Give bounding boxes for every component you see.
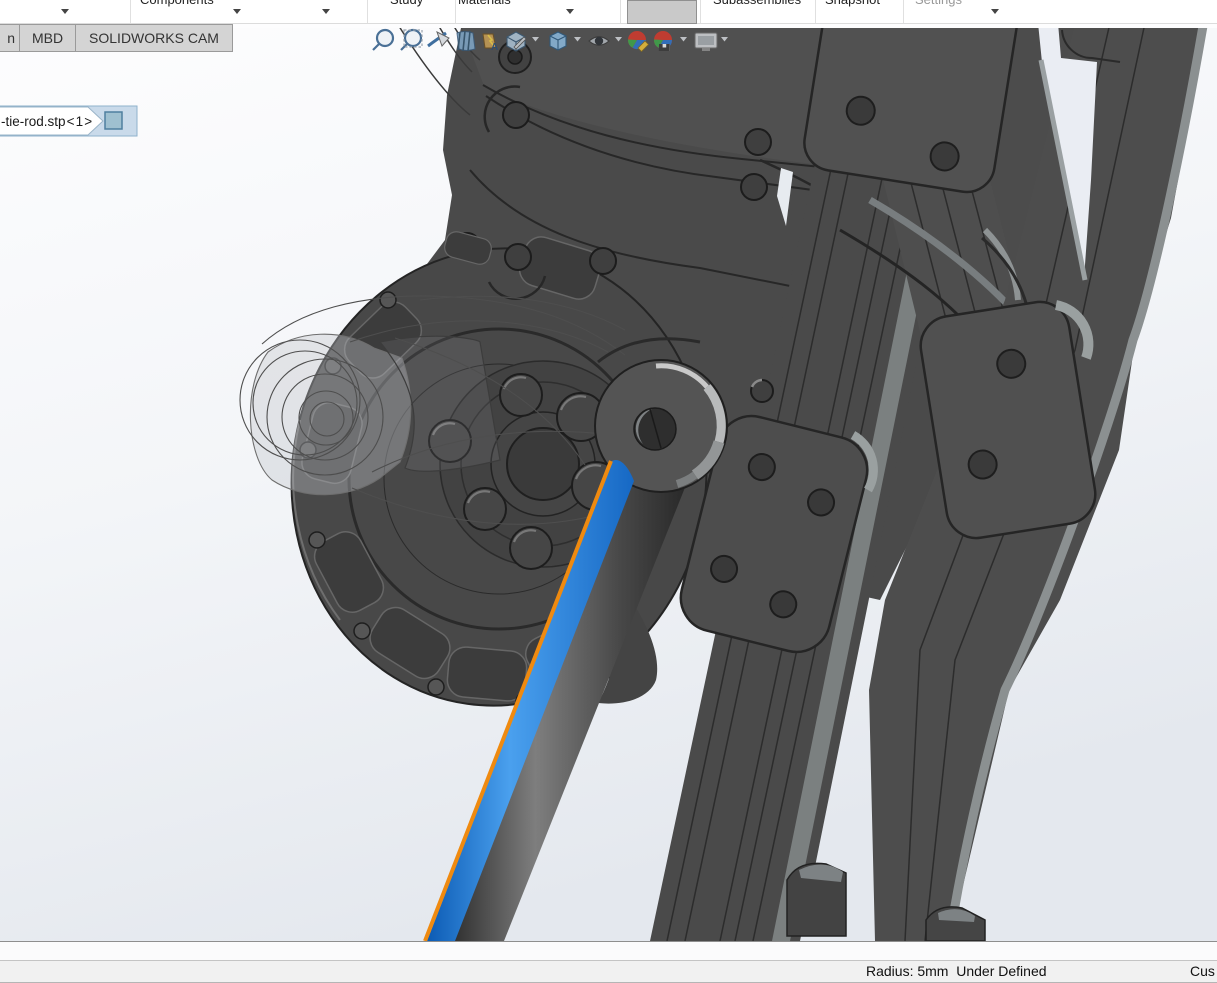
svg-text:A: A bbox=[491, 42, 498, 53]
svg-text:-tie-rod.stp < 1 >: -tie-rod.stp < 1 > bbox=[1, 114, 92, 129]
